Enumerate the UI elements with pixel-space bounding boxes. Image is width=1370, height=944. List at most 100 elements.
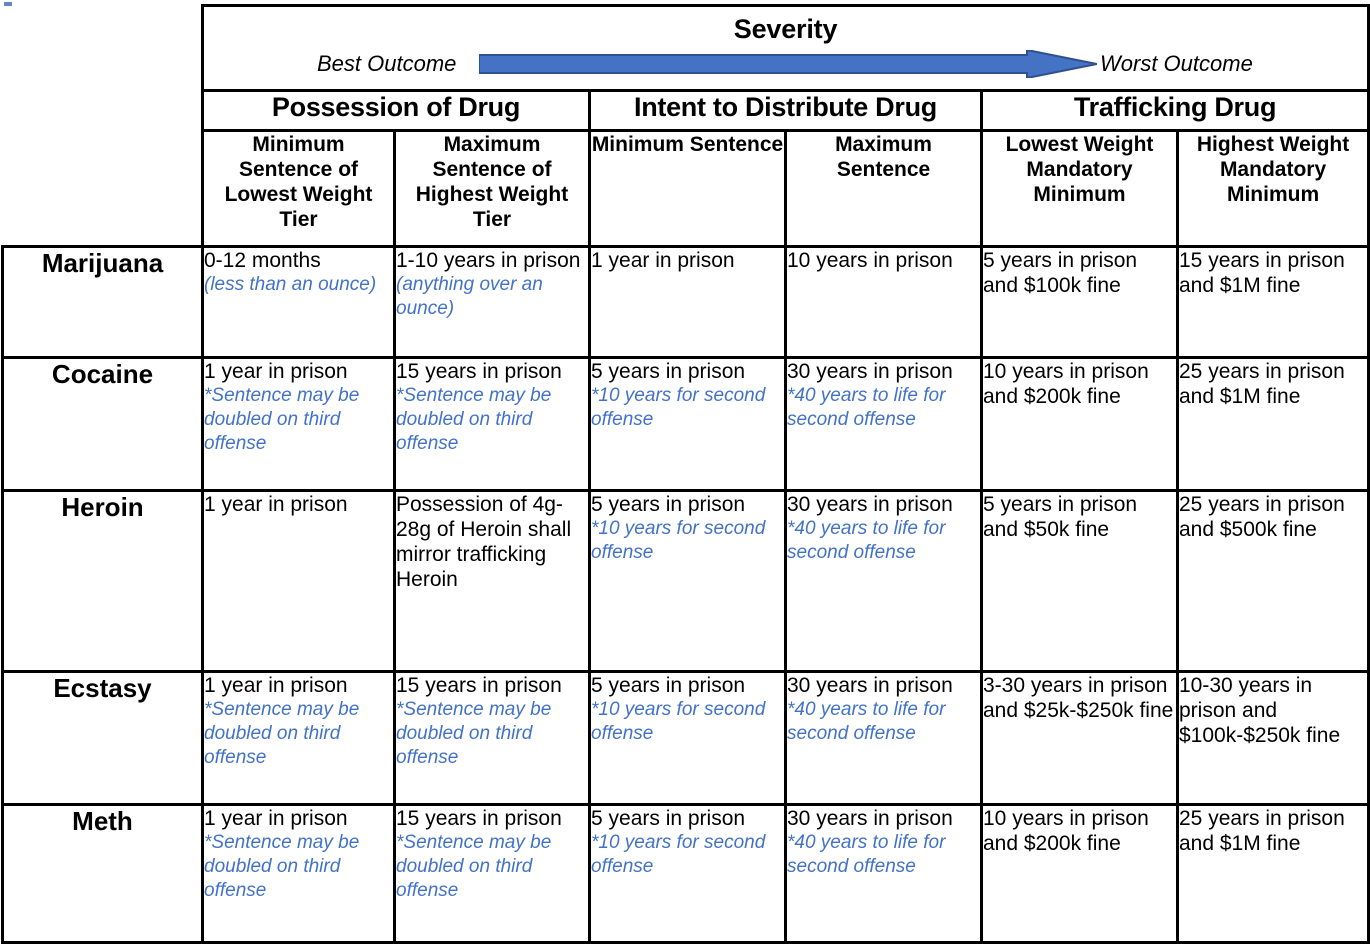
cell-note-text: *10 years for second offense xyxy=(591,832,766,877)
cell-main-text: Possession of 4g-28g of Heroin shall mir… xyxy=(396,493,572,591)
table-corner-blank xyxy=(2,5,203,91)
row-label-cocaine: Cocaine xyxy=(1,356,204,492)
cell-note-text: *Sentence may be doubled on third offens… xyxy=(204,832,360,901)
cell-main-text: 1 year in prison xyxy=(591,249,735,272)
cell-marijuana-trafficking-highest: 15 years in prison and $1M fine xyxy=(1175,245,1370,359)
cell-note-text: *10 years for second offense xyxy=(591,518,766,563)
cell-meth-trafficking-highest: 25 years in prison and $1M fine xyxy=(1175,803,1370,944)
cell-note-text: (anything over an ounce) xyxy=(396,274,543,319)
cell-meth-intent-min: 5 years in prison *10 years for second o… xyxy=(588,803,787,944)
cell-ecstasy-intent-max: 30 years in prison *40 years to life for… xyxy=(784,670,983,806)
severity-banner-row: Severity Best Outcome Worst Outcome xyxy=(2,4,1370,92)
cell-note-text: *10 years for second offense xyxy=(591,699,766,744)
cell-heroin-intent-min: 5 years in prison *10 years for second o… xyxy=(588,489,787,673)
cell-main-text: 1 year in prison xyxy=(204,360,348,383)
cell-main-text: 5 years in prison xyxy=(591,807,746,830)
cell-main-text: 30 years in prison xyxy=(787,674,953,697)
cell-main-text: 1 year in prison xyxy=(204,674,348,697)
cell-main-text: 25 years in prison and $500k fine xyxy=(1179,493,1345,541)
row-label-marijuana: Marijuana xyxy=(1,245,204,359)
cell-heroin-possession-min: 1 year in prison xyxy=(201,489,396,673)
row-label-meth: Meth xyxy=(1,803,204,944)
cell-note-text: *Sentence may be doubled on third offens… xyxy=(396,699,552,768)
cell-note-text: *Sentence may be doubled on third offens… xyxy=(204,699,360,768)
cell-main-text: 10-30 years in prison and $100k-$250k fi… xyxy=(1179,674,1341,747)
column-header-trafficking-lowest: Lowest Weight Mandatory Minimum xyxy=(980,129,1179,248)
cell-marijuana-trafficking-lowest: 5 years in prison and $100k fine xyxy=(980,245,1179,359)
cell-ecstasy-intent-min: 5 years in prison *10 years for second o… xyxy=(588,670,787,806)
severity-title: Severity xyxy=(733,14,838,44)
table-row: Heroin 1 year in prison Possession of 4g… xyxy=(1,489,1370,673)
cell-cocaine-possession-max: 15 years in prison *Sentence may be doub… xyxy=(393,356,591,492)
cell-note-text: *Sentence may be doubled on third offens… xyxy=(396,385,552,454)
cell-main-text: 1-10 years in prison xyxy=(396,249,581,272)
cell-cocaine-trafficking-highest: 25 years in prison and $1M fine xyxy=(1175,356,1370,492)
cell-main-text: 10 years in prison and $200k fine xyxy=(983,360,1149,408)
severity-scale: Best Outcome Worst Outcome xyxy=(204,48,1367,82)
column-header-possession-min: Minimum Sentence of Lowest Weight Tier xyxy=(201,129,396,248)
cell-cocaine-intent-min: 5 years in prison *10 years for second o… xyxy=(588,356,787,492)
cell-main-text: 15 years in prison xyxy=(396,674,562,697)
column-header-corner-blank xyxy=(2,130,203,247)
cell-main-text: 25 years in prison and $1M fine xyxy=(1179,360,1345,408)
table-row: Ecstasy 1 year in prison *Sentence may b… xyxy=(1,670,1370,806)
cell-ecstasy-trafficking-lowest: 3-30 years in prison and $25k-$250k fine xyxy=(980,670,1179,806)
cell-ecstasy-possession-max: 15 years in prison *Sentence may be doub… xyxy=(393,670,591,806)
cell-main-text: 5 years in prison and $100k fine xyxy=(983,249,1138,297)
cell-meth-possession-min: 1 year in prison *Sentence may be double… xyxy=(201,803,396,944)
cell-ecstasy-possession-min: 1 year in prison *Sentence may be double… xyxy=(201,670,396,806)
cell-note-text: *Sentence may be doubled on third offens… xyxy=(204,385,360,454)
column-header-possession-max: Maximum Sentence of Highest Weight Tier xyxy=(393,129,591,248)
cell-main-text: 15 years in prison xyxy=(396,807,562,830)
cell-marijuana-intent-min: 1 year in prison xyxy=(588,245,787,359)
cell-note-text: *10 years for second offense xyxy=(591,385,766,430)
row-label-ecstasy: Ecstasy xyxy=(1,670,204,806)
cell-heroin-intent-max: 30 years in prison *40 years to life for… xyxy=(784,489,983,673)
cell-note-text: *40 years to life for second offense xyxy=(787,518,946,563)
column-header-intent-max: Maximum Sentence xyxy=(784,129,983,248)
column-header-trafficking-highest: Highest Weight Mandatory Minimum xyxy=(1175,129,1370,248)
table-row: Cocaine 1 year in prison *Sentence may b… xyxy=(1,356,1370,492)
group-header-corner-blank xyxy=(2,90,203,131)
cell-heroin-trafficking-highest: 25 years in prison and $500k fine xyxy=(1175,489,1370,673)
severity-banner: Severity Best Outcome Worst Outcome xyxy=(200,4,1370,92)
column-header-row: Minimum Sentence of Lowest Weight Tier M… xyxy=(2,129,1370,248)
cell-note-text: *40 years to life for second offense xyxy=(787,832,946,877)
cell-note-text: *40 years to life for second offense xyxy=(787,385,946,430)
cell-marijuana-possession-max: 1-10 years in prison (anything over an o… xyxy=(393,245,591,359)
cell-main-text: 10 years in prison and $200k fine xyxy=(983,807,1149,855)
table-row: Marijuana 0-12 months (less than an ounc… xyxy=(1,245,1370,359)
cell-main-text: 1 year in prison xyxy=(204,493,348,516)
cell-main-text: 30 years in prison xyxy=(787,807,953,830)
cell-main-text: 5 years in prison and $50k fine xyxy=(983,493,1138,541)
group-header-row: Possession of Drug Intent to Distribute … xyxy=(2,89,1370,132)
cell-marijuana-possession-min: 0-12 months (less than an ounce) xyxy=(201,245,396,359)
cell-meth-possession-max: 15 years in prison *Sentence may be doub… xyxy=(393,803,591,944)
cell-main-text: 5 years in prison xyxy=(591,674,746,697)
cell-heroin-trafficking-lowest: 5 years in prison and $50k fine xyxy=(980,489,1179,673)
cell-cocaine-possession-min: 1 year in prison *Sentence may be double… xyxy=(201,356,396,492)
group-header-trafficking: Trafficking Drug xyxy=(979,89,1370,132)
cell-main-text: 15 years in prison and $1M fine xyxy=(1179,249,1345,297)
cell-ecstasy-trafficking-highest: 10-30 years in prison and $100k-$250k fi… xyxy=(1175,670,1370,806)
cell-main-text: 5 years in prison xyxy=(591,360,746,383)
cell-main-text: 5 years in prison xyxy=(591,493,746,516)
cell-main-text: 3-30 years in prison and $25k-$250k fine xyxy=(983,674,1174,722)
row-label-heroin: Heroin xyxy=(1,489,204,673)
cell-main-text: 1 year in prison xyxy=(204,807,348,830)
cell-cocaine-intent-max: 30 years in prison *40 years to life for… xyxy=(784,356,983,492)
cell-main-text: 30 years in prison xyxy=(787,360,953,383)
cell-cocaine-trafficking-lowest: 10 years in prison and $200k fine xyxy=(980,356,1179,492)
cell-marijuana-intent-max: 10 years in prison xyxy=(784,245,983,359)
drug-sentencing-matrix-page: Severity Best Outcome Worst Outcome Poss… xyxy=(0,0,1370,944)
cell-main-text: 15 years in prison xyxy=(396,360,562,383)
cell-main-text: 0-12 months xyxy=(204,249,321,272)
cell-note-text: *40 years to life for second offense xyxy=(787,699,946,744)
best-outcome-label: Best Outcome xyxy=(317,51,457,76)
table-row: Meth 1 year in prison *Sentence may be d… xyxy=(1,803,1370,944)
cell-note-text: (less than an ounce) xyxy=(204,274,377,295)
drug-sentencing-table: Severity Best Outcome Worst Outcome Poss… xyxy=(1,4,1370,944)
worst-outcome-label: Worst Outcome xyxy=(1100,51,1253,76)
cell-heroin-possession-max: Possession of 4g-28g of Heroin shall mir… xyxy=(393,489,591,673)
severity-arrow-icon xyxy=(479,50,1097,78)
